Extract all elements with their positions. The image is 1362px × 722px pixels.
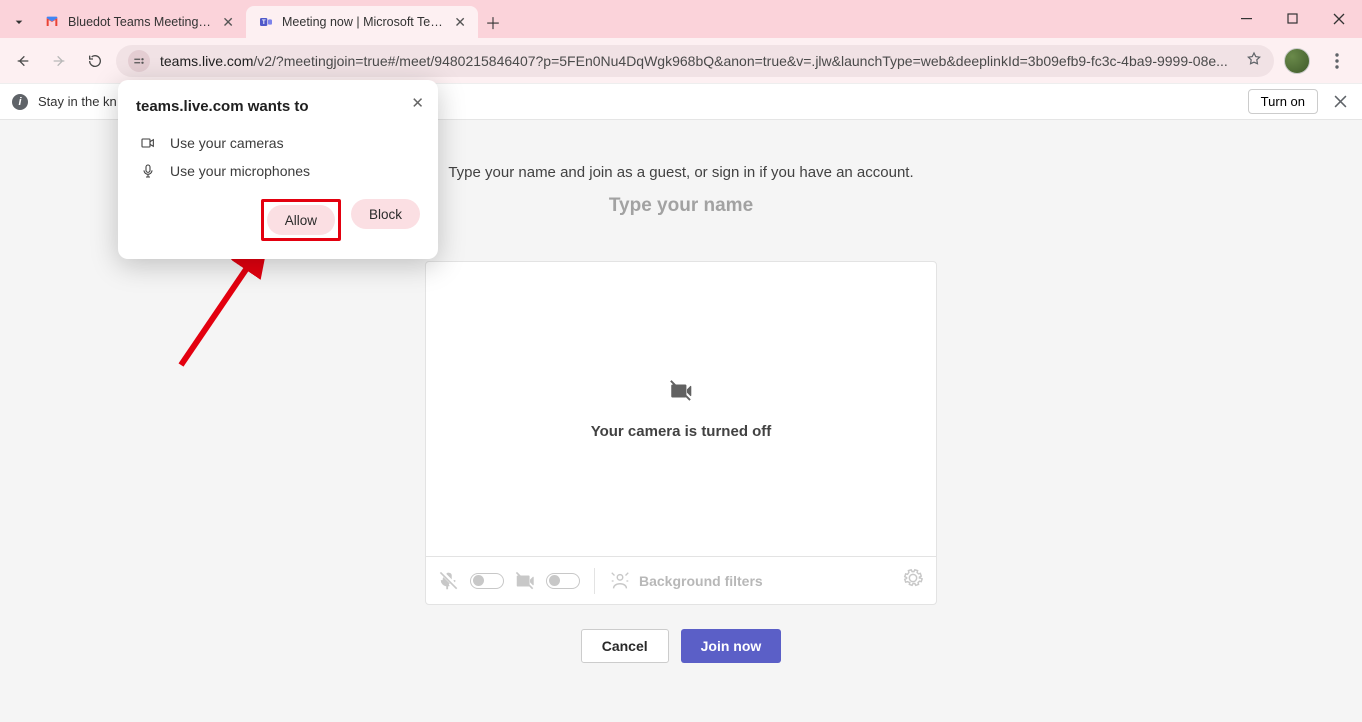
star-icon — [1246, 51, 1262, 67]
address-bar[interactable]: teams.live.com/v2/?meetingjoin=true#/mee… — [116, 45, 1274, 77]
camera-off-icon-small — [514, 570, 536, 592]
browser-tabstrip: Bluedot Teams Meeting - bea@ ✕ T Meeting… — [0, 0, 1362, 38]
allow-highlight-box: Allow — [261, 199, 341, 241]
back-button[interactable] — [8, 46, 38, 76]
chrome-menu-button[interactable] — [1320, 44, 1354, 78]
profile-button[interactable] — [1280, 44, 1314, 78]
gmail-icon — [44, 14, 60, 30]
arrow-left-icon — [15, 53, 31, 69]
site-settings-icon[interactable] — [128, 50, 150, 72]
close-icon — [1334, 95, 1347, 108]
info-icon: i — [12, 94, 28, 110]
browser-tab-1[interactable]: Bluedot Teams Meeting - bea@ ✕ — [32, 6, 246, 38]
new-tab-button[interactable]: ＋ — [478, 6, 508, 38]
window-controls — [1224, 0, 1362, 38]
permission-microphone-row: Use your microphones — [136, 157, 420, 185]
separator — [594, 568, 595, 594]
teams-icon: T — [258, 14, 274, 30]
join-now-button[interactable]: Join now — [681, 629, 782, 663]
minimize-button[interactable] — [1224, 0, 1270, 38]
camera-off-icon — [668, 378, 694, 409]
camera-off-text: Your camera is turned off — [591, 423, 772, 440]
close-icon[interactable]: ✕ — [222, 14, 234, 31]
permission-camera-row: Use your cameras — [136, 129, 420, 157]
block-button[interactable]: Block — [351, 199, 420, 229]
permission-close-button[interactable]: ✕ — [411, 94, 424, 112]
turn-on-button[interactable]: Turn on — [1248, 89, 1318, 114]
tab-title: Bluedot Teams Meeting - bea@ — [68, 15, 214, 29]
avatar-icon — [1284, 48, 1310, 74]
device-controls: Background filters — [426, 556, 936, 604]
video-preview-panel: Your camera is turned off Background fil… — [425, 261, 937, 605]
tab-title: Meeting now | Microsoft Teams — [282, 15, 446, 29]
chevron-down-icon — [11, 14, 27, 30]
kebab-icon — [1335, 53, 1339, 69]
svg-text:T: T — [262, 20, 266, 26]
window-close-button[interactable] — [1316, 0, 1362, 38]
device-settings-button[interactable] — [902, 567, 924, 594]
reload-icon — [87, 53, 103, 69]
gear-icon — [902, 567, 924, 589]
arrow-right-icon — [51, 53, 67, 69]
video-preview-area: Your camera is turned off — [426, 262, 936, 556]
camera-toggle[interactable] — [546, 573, 580, 589]
bookmark-button[interactable] — [1246, 51, 1262, 70]
background-filters-label: Background filters — [639, 573, 763, 589]
microphone-off-icon — [438, 570, 460, 592]
microphone-icon — [140, 163, 156, 179]
cancel-button[interactable]: Cancel — [581, 629, 669, 663]
forward-button[interactable] — [44, 46, 74, 76]
background-filters-icon — [609, 570, 631, 592]
close-icon — [1333, 13, 1345, 25]
permission-title: teams.live.com wants to — [136, 98, 420, 115]
tab-search-button[interactable] — [6, 6, 32, 38]
minimize-icon — [1241, 13, 1253, 25]
url-text: teams.live.com/v2/?meetingjoin=true#/mee… — [160, 53, 1236, 69]
infobar-close-button[interactable] — [1326, 88, 1354, 116]
infobar-text: Stay in the kn — [38, 94, 117, 109]
allow-button[interactable]: Allow — [267, 205, 335, 235]
reload-button[interactable] — [80, 46, 110, 76]
permission-dialog: teams.live.com wants to ✕ Use your camer… — [118, 80, 438, 259]
camera-icon — [140, 135, 156, 151]
permission-microphone-label: Use your microphones — [170, 163, 310, 179]
permission-camera-label: Use your cameras — [170, 135, 284, 151]
microphone-toggle[interactable] — [470, 573, 504, 589]
close-icon[interactable]: ✕ — [454, 14, 466, 31]
action-buttons: Cancel Join now — [0, 629, 1362, 663]
background-filters-button[interactable]: Background filters — [609, 570, 763, 592]
maximize-icon — [1287, 13, 1299, 25]
browser-tab-2[interactable]: T Meeting now | Microsoft Teams ✕ — [246, 6, 478, 38]
browser-toolbar: teams.live.com/v2/?meetingjoin=true#/mee… — [0, 38, 1362, 84]
maximize-button[interactable] — [1270, 0, 1316, 38]
